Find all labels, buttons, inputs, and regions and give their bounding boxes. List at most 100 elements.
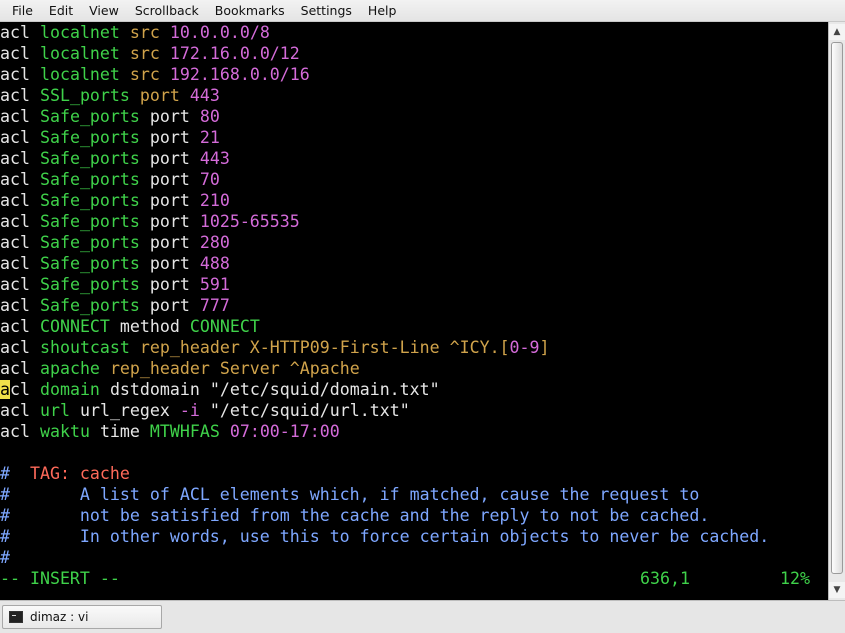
editor-line[interactable]: acl CONNECT method CONNECT [0, 316, 828, 337]
editor-line[interactable]: acl SSL_ports port 443 [0, 85, 828, 106]
code-token: 10.0.0.0/8 [169, 23, 270, 42]
arrow-up-icon[interactable]: ▲ [829, 24, 845, 40]
code-token: Safe_ports [39, 233, 140, 252]
code-token: acl [0, 338, 30, 357]
terminal-icon [9, 611, 23, 623]
menu-bar: File Edit View Scrollback Bookmarks Settings H… [0, 0, 845, 22]
session-tab[interactable]: dimaz : vi [2, 605, 162, 629]
editor-line[interactable]: acl Safe_ports port 488 [0, 253, 828, 274]
editor-line[interactable]: # TAG: cache [0, 463, 828, 484]
vertical-scrollbar[interactable]: ▲ ▼ [828, 22, 845, 600]
menu-edit[interactable]: Edit [41, 1, 81, 21]
code-token: acl [0, 107, 30, 126]
code-token: 21 [199, 128, 220, 147]
code-token: Safe_ports [39, 128, 140, 147]
editor-line[interactable]: acl apache rep_header Server ^Apache [0, 358, 828, 379]
editor-line[interactable]: acl shoutcast rep_header X-HTTP09-First-… [0, 337, 828, 358]
vim-status-line: -- INSERT -- 636,1 12% [0, 568, 828, 589]
editor-line[interactable]: acl Safe_ports port 591 [0, 274, 828, 295]
arrow-down-icon[interactable]: ▼ [829, 582, 845, 598]
editor-line[interactable]: acl Safe_ports port 21 [0, 127, 828, 148]
code-token: port [149, 254, 190, 273]
editor-line[interactable]: acl waktu time MTWHFAS 07:00-17:00 [0, 421, 828, 442]
scrollbar-thumb[interactable] [831, 42, 843, 574]
code-token: A list of ACL elements which, if matched… [10, 485, 700, 504]
menu-settings[interactable]: Settings [293, 1, 360, 21]
code-token: cl [10, 380, 30, 399]
menu-bookmarks[interactable]: Bookmarks [207, 1, 293, 21]
editor-line[interactable]: acl localnet src 192.168.0.0/16 [0, 64, 828, 85]
code-token: dstdomain [109, 380, 200, 399]
editor-line[interactable]: acl Safe_ports port 80 [0, 106, 828, 127]
editor-line[interactable]: acl Safe_ports port 280 [0, 232, 828, 253]
code-token: acl [0, 401, 30, 420]
code-token: url_regex [79, 401, 170, 420]
menu-view[interactable]: View [81, 1, 127, 21]
code-token: port [149, 191, 190, 210]
editor-line[interactable]: # not be satisfied from the cache and th… [0, 505, 828, 526]
code-token: acl [0, 422, 30, 441]
code-token: src [129, 44, 160, 63]
editor-line[interactable]: acl Safe_ports port 443 [0, 148, 828, 169]
editor-line[interactable]: acl localnet src 10.0.0.0/8 [0, 22, 828, 43]
code-token: 172.16.0.0/12 [169, 44, 300, 63]
editor-line[interactable]: acl Safe_ports port 777 [0, 295, 828, 316]
code-token: time [99, 422, 140, 441]
code-token: acl [0, 359, 30, 378]
menu-file[interactable]: File [4, 1, 41, 21]
editor-line[interactable]: # A list of ACL elements which, if match… [0, 484, 828, 505]
code-token: acl [0, 212, 30, 231]
code-token: not be satisfied from the cache and the … [10, 506, 710, 525]
terminal-view[interactable]: acl localnet src 10.0.0.0/8 acl localnet … [0, 22, 828, 600]
code-token: port [149, 128, 190, 147]
editor-line[interactable]: acl Safe_ports port 70 [0, 169, 828, 190]
editor-line[interactable]: acl Safe_ports port 210 [0, 190, 828, 211]
menu-scrollback[interactable]: Scrollback [127, 1, 207, 21]
code-token: acl [0, 254, 30, 273]
editor-line[interactable]: # [0, 547, 828, 568]
code-token: port [149, 170, 190, 189]
session-tab-label: dimaz : vi [30, 610, 89, 624]
editor-line[interactable]: acl url url_regex -i "/etc/squid/url.txt… [0, 400, 828, 421]
editor-line[interactable]: acl domain dstdomain "/etc/squid/domain.… [0, 379, 828, 400]
editor-line[interactable]: acl localnet src 172.16.0.0/12 [0, 43, 828, 64]
code-token: port [149, 107, 190, 126]
menu-help[interactable]: Help [360, 1, 405, 21]
code-token: method [119, 317, 180, 336]
code-token: # [0, 464, 10, 483]
code-token: CONNECT [189, 317, 260, 336]
code-token: 0-9 [509, 338, 540, 357]
code-token: ] [539, 338, 550, 357]
code-token: acl [0, 296, 30, 315]
code-token: -i [179, 401, 200, 420]
code-token: port [149, 149, 190, 168]
editor-line[interactable] [0, 442, 828, 463]
code-token: acl [0, 191, 30, 210]
editor-text[interactable]: acl localnet src 10.0.0.0/8 acl localnet … [0, 22, 828, 568]
code-token: "/etc/squid/url.txt" [209, 401, 410, 420]
editor-line[interactable]: # In other words, use this to force cert… [0, 526, 828, 547]
editor-line[interactable]: acl Safe_ports port 1025-65535 [0, 211, 828, 232]
